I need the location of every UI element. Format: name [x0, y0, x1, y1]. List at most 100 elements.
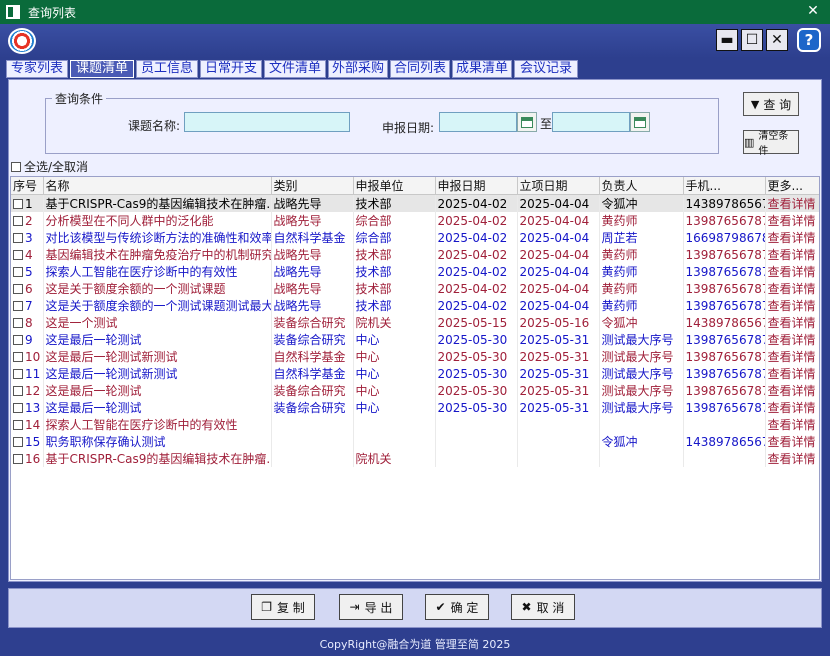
tab-results[interactable]: 成果清单 [452, 60, 512, 78]
row-checkbox[interactable] [13, 402, 23, 413]
tab-purchases[interactable]: 外部采购 [328, 60, 388, 78]
cell-index[interactable]: 6 [11, 280, 44, 297]
view-details-link[interactable]: 查看详情 [765, 246, 819, 263]
cell-index[interactable]: 15 [11, 433, 44, 450]
tab-employees[interactable]: 员工信息 [136, 60, 198, 78]
col-header-index[interactable]: 序号 [11, 177, 44, 195]
table-row[interactable]: 3 对比该模型与传统诊断方法的准确性和效率 自然科学基金 综合部 2025-04-02 2… [11, 229, 819, 246]
row-checkbox[interactable] [13, 334, 23, 345]
table-row[interactable]: 11 这是最后一轮测试新测试 自然科学基金 中心 2025-05-30 2025-05-3… [11, 365, 819, 382]
calendar-icon[interactable] [630, 112, 650, 132]
tab-meetings[interactable]: 会议记录 [514, 60, 578, 78]
view-details-link[interactable]: 查看详情 [765, 331, 819, 348]
view-details-link[interactable]: 查看详情 [765, 212, 819, 229]
checkbox-icon[interactable] [11, 161, 21, 172]
table-row[interactable]: 8 这是一个测试 装备综合研究 院机关 2025-05-15 2025-05-16 令狐冲 1… [11, 314, 819, 331]
export-button[interactable]: ⇥ 导 出 [339, 594, 403, 620]
view-details-link[interactable]: 查看详情 [765, 433, 819, 450]
table-row[interactable]: 13 这是最后一轮测试 装备综合研究 中心 2025-05-30 2025-05-31 测试… [11, 399, 819, 416]
search-button[interactable]: ▼ 查 询 [743, 92, 799, 116]
tab-contracts[interactable]: 合同列表 [390, 60, 450, 78]
row-checkbox[interactable] [13, 215, 23, 226]
cell-index[interactable]: 16 [11, 450, 44, 467]
cell-index[interactable]: 13 [11, 399, 44, 416]
minimize-button[interactable]: ▬ [716, 29, 738, 51]
col-header-approve-date[interactable]: 立项日期 [517, 177, 600, 195]
project-name-input[interactable] [184, 112, 350, 132]
col-header-owner[interactable]: 负责人 [599, 177, 684, 195]
row-checkbox[interactable] [13, 419, 23, 430]
table-row[interactable]: 6 这是关于额度余额的一个测试课题 战略先导 技术部 2025-04-02 2025-04… [11, 280, 819, 297]
table-row[interactable]: 14 探索人工智能在医疗诊断中的有效性 查看详情 [11, 416, 819, 433]
col-header-apply-date[interactable]: 申报日期 [435, 177, 518, 195]
cancel-button[interactable]: ✖ 取 消 [511, 594, 575, 620]
view-details-link[interactable]: 查看详情 [765, 194, 819, 212]
cell-index[interactable]: 2 [11, 212, 44, 229]
tab-experts[interactable]: 专家列表 [6, 60, 68, 78]
table-row[interactable]: 2 分析模型在不同人群中的泛化能 战略先导 综合部 2025-04-02 2025-04-… [11, 212, 819, 229]
table-row[interactable]: 7 这是关于额度余额的一个测试课题测试最大... 战略先导 技术部 2025-04-02… [11, 297, 819, 314]
table-row[interactable]: 4 基因编辑技术在肿瘤免疫治疗中的机制研究 战略先导 技术部 2025-04-02 202… [11, 246, 819, 263]
cell-index[interactable]: 1 [11, 194, 44, 212]
close-button[interactable]: ✕ [766, 29, 788, 51]
col-header-more[interactable]: 更多... [765, 177, 819, 195]
table-row[interactable]: 1 基于CRISPR-Cas9的基因编辑技术在肿瘤... 战略先导 技术部 2025-0… [11, 194, 819, 212]
row-checkbox[interactable] [13, 232, 23, 243]
view-details-link[interactable]: 查看详情 [765, 314, 819, 331]
maximize-button[interactable]: ☐ [741, 29, 763, 51]
view-details-link[interactable]: 查看详情 [765, 365, 819, 382]
window-close-button[interactable]: ✕ [804, 2, 822, 20]
cell-index[interactable]: 5 [11, 263, 44, 280]
table-row[interactable]: 9 这是最后一轮测试 装备综合研究 中心 2025-05-30 2025-05-31 测试最… [11, 331, 819, 348]
col-header-name[interactable]: 名称 [43, 177, 272, 195]
cell-index[interactable]: 7 [11, 297, 44, 314]
view-details-link[interactable]: 查看详情 [765, 416, 819, 433]
cell-index[interactable]: 8 [11, 314, 44, 331]
col-header-category[interactable]: 类别 [271, 177, 354, 195]
select-all-checkbox[interactable]: 全选/全取消 [11, 158, 88, 175]
cell-index[interactable]: 3 [11, 229, 44, 246]
row-checkbox[interactable] [13, 300, 23, 311]
row-checkbox[interactable] [13, 198, 23, 209]
view-details-link[interactable]: 查看详情 [765, 382, 819, 399]
row-checkbox[interactable] [13, 317, 23, 328]
view-details-link[interactable]: 查看详情 [765, 263, 819, 280]
table-row[interactable]: 16 基于CRISPR-Cas9的基因编辑技术在肿瘤... 院机关 查看详情 [11, 450, 819, 467]
view-details-link[interactable]: 查看详情 [765, 229, 819, 246]
table-row[interactable]: 5 探索人工智能在医疗诊断中的有效性 战略先导 技术部 2025-04-02 2025-0… [11, 263, 819, 280]
row-checkbox[interactable] [13, 266, 23, 277]
view-details-link[interactable]: 查看详情 [765, 450, 819, 467]
help-button[interactable]: ? [797, 28, 821, 52]
clear-conditions-button[interactable]: ▥ 清空条件 [743, 130, 799, 157]
cell-index[interactable]: 12 [11, 382, 44, 399]
row-checkbox[interactable] [13, 368, 23, 379]
row-checkbox[interactable] [13, 385, 23, 396]
row-checkbox[interactable] [13, 351, 23, 362]
col-header-phone[interactable]: 手机... [683, 177, 766, 195]
cell-index[interactable]: 10 [11, 348, 44, 365]
cell-index[interactable]: 4 [11, 246, 44, 263]
row-checkbox[interactable] [13, 249, 23, 260]
row-checkbox[interactable] [13, 283, 23, 294]
calendar-icon[interactable] [517, 112, 537, 132]
copy-button[interactable]: ❐ 复 制 [251, 594, 315, 620]
ok-button[interactable]: ✔ 确 定 [425, 594, 489, 620]
col-header-unit[interactable]: 申报单位 [353, 177, 436, 195]
view-details-link[interactable]: 查看详情 [765, 297, 819, 314]
cell-index[interactable]: 14 [11, 416, 44, 433]
table-row[interactable]: 10 这是最后一轮测试新测试 自然科学基金 中心 2025-05-30 2025-05-3… [11, 348, 819, 365]
tab-expenses[interactable]: 日常开支 [200, 60, 262, 78]
cell-index[interactable]: 11 [11, 365, 44, 382]
tab-files[interactable]: 文件清单 [264, 60, 326, 78]
row-checkbox[interactable] [13, 436, 23, 447]
row-checkbox[interactable] [13, 453, 23, 464]
date-to-input[interactable] [552, 112, 630, 132]
table-row[interactable]: 15 职务职称保存确认测试 令狐冲 14389786567 查看详情 [11, 433, 819, 450]
view-details-link[interactable]: 查看详情 [765, 399, 819, 416]
tab-projects[interactable]: 课题清单 [70, 60, 134, 78]
view-details-link[interactable]: 查看详情 [765, 348, 819, 365]
table-row[interactable]: 12 这是最后一轮测试 装备综合研究 中心 2025-05-30 2025-05-31 测试… [11, 382, 819, 399]
date-from-input[interactable] [439, 112, 517, 132]
cell-index[interactable]: 9 [11, 331, 44, 348]
view-details-link[interactable]: 查看详情 [765, 280, 819, 297]
